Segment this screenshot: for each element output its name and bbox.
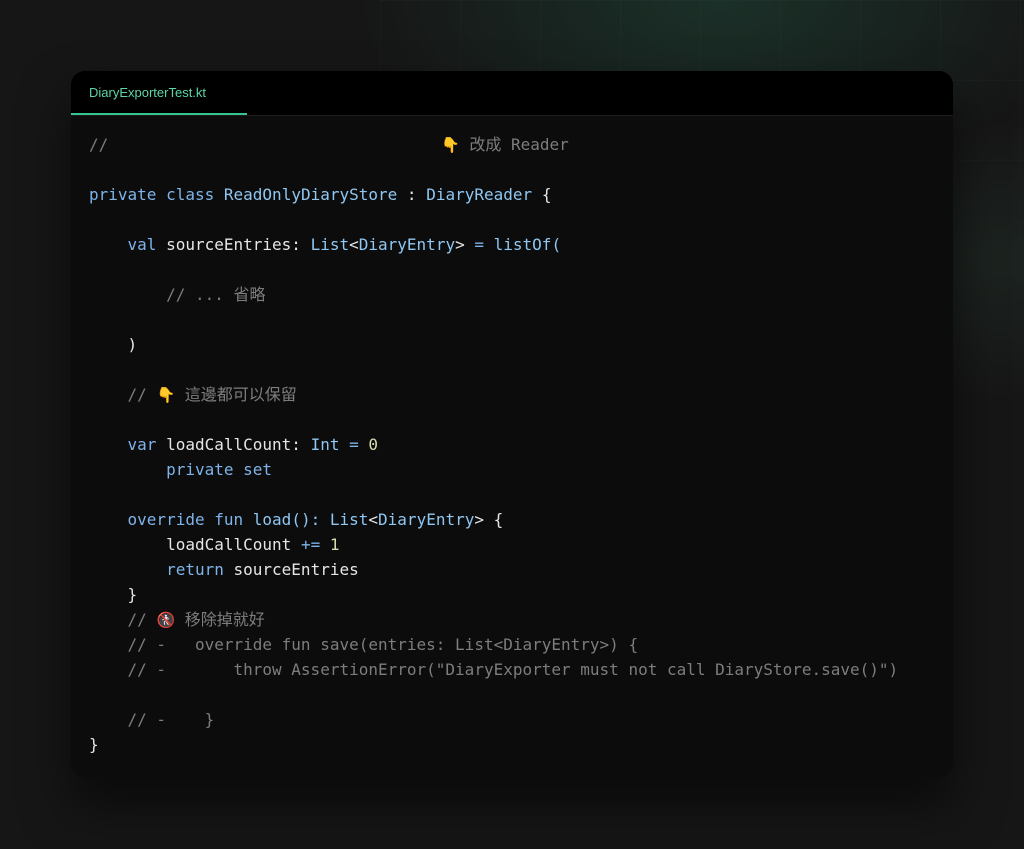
identifier: sourceEntries: [233, 560, 359, 579]
comment-note: 👇 改成 Reader: [441, 132, 569, 158]
punctuation: >: [455, 235, 465, 254]
code-line: // ... 省略: [89, 282, 943, 307]
identifier: loadCallCount:: [166, 435, 301, 454]
tab-label: DiaryExporterTest.kt: [89, 84, 207, 100]
type-name: DiaryEntry: [358, 235, 456, 254]
tab-file[interactable]: DiaryExporterTest.kt: [71, 71, 247, 115]
type-name: DiaryReader: [426, 185, 533, 204]
number-literal: 0: [368, 435, 379, 454]
keyword: var: [127, 435, 157, 454]
code-line: // 🚷 移除掉就好: [89, 607, 943, 632]
comment-text: 這邊都可以保留: [184, 385, 297, 404]
comment-text: 改成 Reader: [469, 135, 569, 154]
code-line: loadCallCount += 1: [89, 532, 943, 557]
keyword: private: [166, 460, 234, 479]
code-line: override fun load(): List<DiaryEntry> {: [89, 507, 943, 532]
comment: // - throw AssertionError("DiaryExporter…: [127, 660, 899, 679]
function-name: load():: [252, 510, 321, 529]
comment: //: [89, 135, 109, 154]
code-area[interactable]: // 👇 改成 Reader private class ReadOnlyDiar…: [89, 132, 943, 757]
code-line: return sourceEntries: [89, 557, 943, 582]
code-line: // 👇 這邊都可以保留: [89, 382, 943, 407]
operator: =: [474, 235, 484, 254]
keyword: private: [89, 185, 157, 204]
punctuation: ): [127, 335, 138, 354]
code-line: // - }: [89, 707, 943, 732]
keyword: fun: [214, 510, 244, 529]
punctuation: {: [541, 185, 552, 204]
type-name: DiaryEntry: [378, 510, 475, 529]
comment-text: 移除掉就好: [184, 610, 265, 629]
comment: // - }: [127, 710, 215, 729]
code-line: var loadCallCount: Int = 0: [89, 432, 943, 457]
code-line: // - override fun save(entries: List<Dia…: [89, 632, 943, 657]
keyword: return: [166, 560, 224, 579]
punctuation: <: [349, 235, 359, 254]
code-line: ): [89, 332, 943, 357]
code-line: private class ReadOnlyDiaryStore : Diary…: [89, 182, 943, 207]
type-name: List: [310, 235, 350, 254]
comment: // ... 省略: [166, 285, 266, 304]
pointing-down-icon: 👇: [156, 386, 176, 404]
comment: //: [127, 385, 147, 404]
code-line: }: [89, 582, 943, 607]
code-line: // 👇 改成 Reader: [89, 132, 943, 157]
punctuation: }: [89, 735, 99, 754]
no-pedestrians-icon: 🚷: [156, 611, 176, 629]
punctuation: :: [406, 185, 417, 204]
identifier: sourceEntries:: [166, 235, 301, 254]
punctuation: <: [368, 510, 379, 529]
operator: +=: [300, 535, 321, 554]
code-line: val sourceEntries: List<DiaryEntry> = li…: [89, 232, 943, 257]
type-name: Int: [310, 435, 340, 454]
type-name: List: [329, 510, 369, 529]
comment: //: [127, 610, 147, 629]
tab-bar: DiaryExporterTest.kt: [71, 71, 953, 116]
code-editor-window: DiaryExporterTest.kt // 👇 改成 Reader priva…: [71, 71, 953, 777]
code-line: // - throw AssertionError("DiaryExporter…: [89, 657, 943, 682]
code-line: }: [89, 732, 943, 757]
keyword: set: [243, 460, 273, 479]
punctuation: {: [493, 510, 504, 529]
operator: =: [349, 435, 359, 454]
class-name: ReadOnlyDiaryStore: [223, 185, 398, 204]
comment: // - override fun save(entries: List<Dia…: [127, 635, 639, 654]
identifier: loadCallCount: [166, 535, 292, 554]
punctuation: >: [474, 510, 484, 529]
punctuation: }: [127, 585, 138, 604]
pointing-down-icon: 👇: [441, 136, 460, 154]
keyword: val: [127, 235, 157, 254]
keyword: override: [127, 510, 205, 529]
keyword: class: [166, 185, 215, 204]
function-name: listOf(: [493, 235, 562, 254]
number-literal: 1: [329, 535, 340, 554]
code-line: private set: [89, 457, 943, 482]
